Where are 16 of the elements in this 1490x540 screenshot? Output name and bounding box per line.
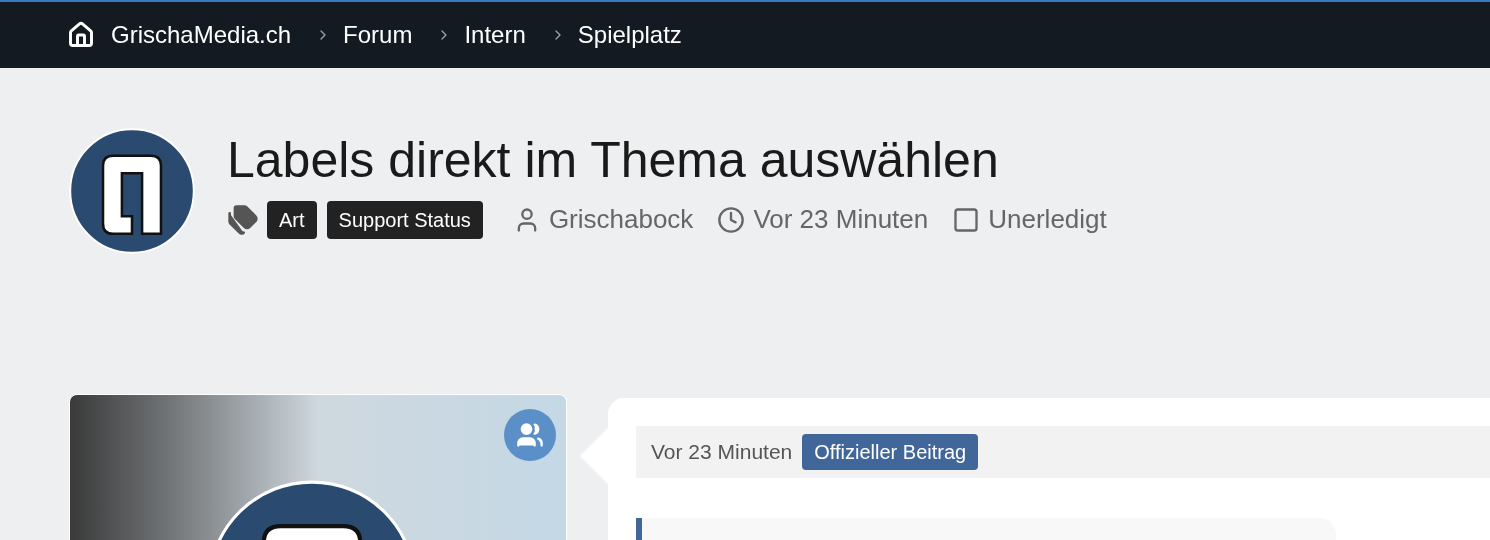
label-tag[interactable]: Art: [267, 200, 317, 239]
thread-title: Labels direkt im Thema auswählen: [227, 131, 1000, 190]
users-icon: [516, 421, 544, 449]
label-tag[interactable]: Support Status: [326, 200, 483, 239]
clock-icon: [717, 205, 746, 234]
breadcrumb-link[interactable]: Spielplatz: [577, 17, 682, 53]
official-post-badge: Offizieller Beitrag: [802, 434, 979, 470]
home-icon[interactable]: [67, 21, 95, 49]
breadcrumb-link[interactable]: Intern: [464, 17, 526, 53]
breadcrumb-link[interactable]: GrischaMedia.ch: [111, 17, 292, 53]
tags-icon: [227, 203, 259, 236]
breadcrumb-link[interactable]: Forum: [343, 17, 413, 53]
author-link[interactable]: Grischabock: [548, 200, 694, 239]
post-time: Vor 23 Minuten: [651, 439, 793, 466]
thread-time: Vor 23 Minuten: [753, 203, 929, 236]
thread-status: Unerledigt: [988, 203, 1107, 236]
